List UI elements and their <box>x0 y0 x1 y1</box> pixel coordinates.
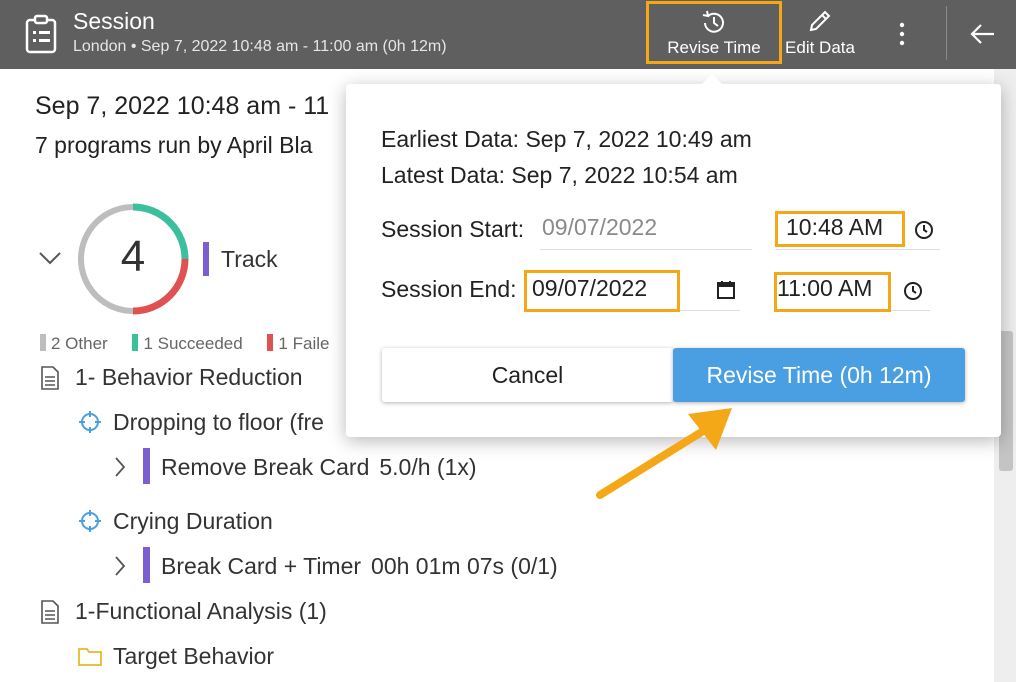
legend-swatch <box>132 334 139 351</box>
chevron-down-icon[interactable] <box>38 250 62 266</box>
target-title: Crying Duration <box>113 508 273 534</box>
start-time-highlight <box>775 211 905 247</box>
pencil-icon <box>809 10 831 32</box>
status-legend: 2 Other 1 Succeeded 1 Faile <box>40 334 349 354</box>
document-icon <box>41 366 59 390</box>
clock-icon[interactable] <box>914 220 934 240</box>
annotation-arrow <box>596 408 732 499</box>
toolbar-divider <box>946 6 947 60</box>
session-start-date-value: 09/07/2022 <box>542 214 658 240</box>
sub-target-name: Remove Break Card <box>161 454 370 480</box>
legend-swatch <box>40 334 46 351</box>
clipboard-icon <box>25 14 57 54</box>
history-icon <box>702 10 724 33</box>
chevron-right-icon[interactable] <box>113 455 127 479</box>
program-count: 4 <box>120 232 146 281</box>
legend-item-succeeded: 1 Succeeded <box>132 334 243 353</box>
session-subtitle: London • Sep 7, 2022 10:48 am - 11:00 am… <box>73 38 447 55</box>
legend-label: 2 Other <box>51 334 108 353</box>
session-title: Session <box>73 8 155 34</box>
clock-icon[interactable] <box>903 281 923 301</box>
sub-target-value: 5.0/h (1x) <box>379 454 477 480</box>
program-title: 1-Functional Analysis (1) <box>75 598 327 624</box>
legend-item-failed: 1 Faile <box>267 334 329 353</box>
popup-pointer <box>701 74 723 85</box>
calendar-icon[interactable] <box>716 280 736 300</box>
revise-time-label: Revise Time <box>667 38 761 57</box>
document-icon <box>41 600 59 624</box>
session-start-date-field[interactable]: 09/07/2022 <box>540 208 752 250</box>
revise-time-button[interactable]: Revise Time <box>646 1 782 64</box>
edit-data-label: Edit Data <box>785 38 855 57</box>
top-bar: Session London • Sep 7, 2022 10:48 am - … <box>0 0 1016 69</box>
program-title: 1- Behavior Reduction <box>75 364 303 390</box>
back-button[interactable] <box>962 0 1004 69</box>
earliest-data-text: Earliest Data: Sep 7, 2022 10:49 am <box>381 126 752 152</box>
sub-target-value: 00h 01m 07s (0/1) <box>371 553 558 579</box>
scroll-thumb[interactable] <box>999 331 1013 471</box>
sub-target-name: Break Card + Timer <box>161 553 362 579</box>
sub-target-label: Remove Break Card 5.0/h (1x) <box>161 454 477 481</box>
programs-summary: 7 programs run by April Bla <box>35 132 313 158</box>
latest-data-text: Latest Data: Sep 7, 2022 10:54 am <box>381 162 738 188</box>
chevron-right-icon[interactable] <box>113 554 127 578</box>
end-time-highlight <box>774 272 891 312</box>
more-options-button[interactable] <box>888 0 916 69</box>
legend-label: 1 Faile <box>278 334 330 353</box>
target-icon <box>79 411 101 433</box>
arrow-left-icon <box>970 24 994 44</box>
folder-icon <box>78 648 102 666</box>
target-icon <box>79 510 101 532</box>
more-vertical-icon <box>899 22 905 46</box>
end-date-highlight <box>524 270 680 312</box>
folder-title: Target Behavior <box>113 643 275 669</box>
legend-item-other: 2 Other <box>40 334 108 353</box>
track-color-bar <box>143 448 150 484</box>
session-start-label: Session Start: <box>381 216 525 242</box>
session-end-label: Session End: <box>381 276 517 302</box>
session-date-heading: Sep 7, 2022 10:48 am - 11 <box>35 92 330 120</box>
edit-data-button[interactable]: Edit Data <box>782 0 858 69</box>
legend-swatch <box>267 334 274 351</box>
target-title: Dropping to floor (fre <box>113 409 324 435</box>
confirm-revise-time-button[interactable]: Revise Time (0h 12m) <box>673 348 965 402</box>
track-label: Track <box>221 246 278 272</box>
sub-target-label: Break Card + Timer 00h 01m 07s (0/1) <box>161 553 558 580</box>
track-color-bar <box>203 242 209 276</box>
track-color-bar <box>143 547 150 583</box>
cancel-button[interactable]: Cancel <box>382 348 673 402</box>
legend-label: 1 Succeeded <box>143 334 243 353</box>
